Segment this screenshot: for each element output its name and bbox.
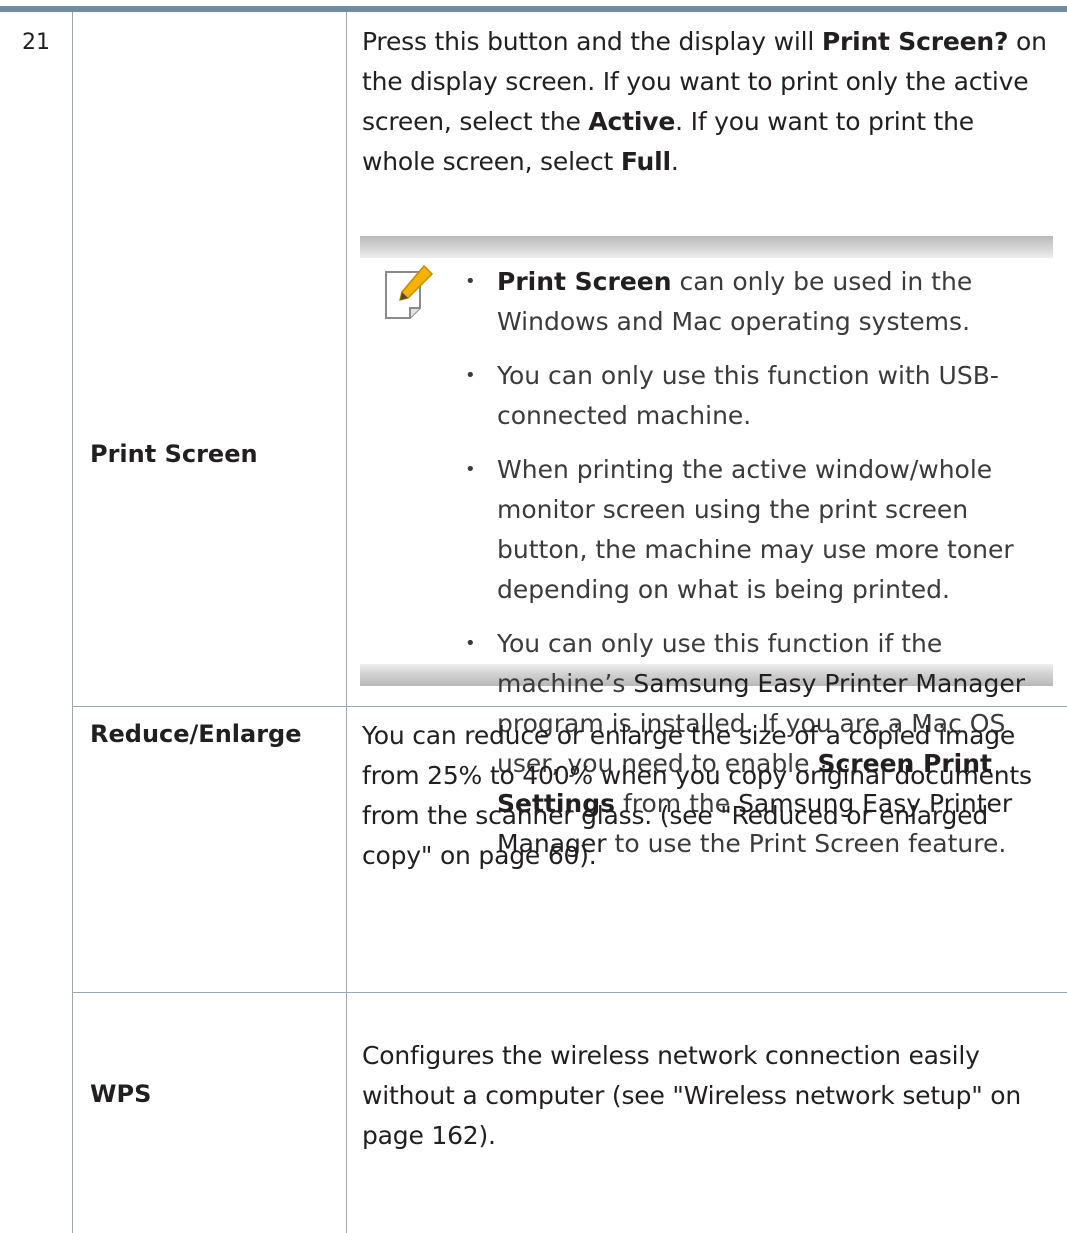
table-top-rule: [0, 6, 1067, 12]
row-divider: [72, 992, 1067, 993]
note-item-product-name: Samsung Easy Printer Manager: [633, 669, 1026, 698]
row-description-print-screen: Press this button and the display will P…: [362, 22, 1052, 182]
description-bold: Print Screen?: [821, 27, 1009, 56]
note-box-top-bar: [360, 236, 1053, 258]
description-text: .: [670, 147, 679, 176]
note-item-text: When printing the active window/whole mo…: [497, 455, 1014, 604]
note-item: • Print Screen can only be used in the W…: [465, 262, 1045, 342]
note-pencil-icon: [385, 264, 434, 319]
column-rule-middle: [346, 12, 347, 1233]
bullet-icon: •: [465, 365, 476, 386]
description-text: Press this button and the display will: [362, 27, 822, 56]
description-bold: Full: [620, 147, 671, 176]
bullet-icon: •: [465, 633, 476, 654]
note-item: • You can only use this function with US…: [465, 356, 1045, 436]
column-rule-left: [72, 12, 73, 1233]
row-label-reduce-enlarge: Reduce/Enlarge: [90, 720, 302, 748]
note-item: • When printing the active window/whole …: [465, 450, 1045, 610]
note-item-text: You can only use this function with USB-…: [497, 361, 999, 430]
bullet-icon: •: [465, 459, 476, 480]
row-description-reduce-enlarge: You can reduce or enlarge the size of a …: [362, 721, 1032, 870]
row-label-wps: WPS: [90, 1080, 152, 1108]
note-item-bold: Print Screen: [497, 267, 672, 296]
description-bold: Active: [588, 107, 676, 136]
row-number: 21: [22, 30, 50, 55]
bullet-icon: •: [465, 271, 476, 292]
row-description-wps: Configures the wireless network connecti…: [362, 1041, 1022, 1150]
row-label-print-screen: Print Screen: [90, 440, 258, 468]
